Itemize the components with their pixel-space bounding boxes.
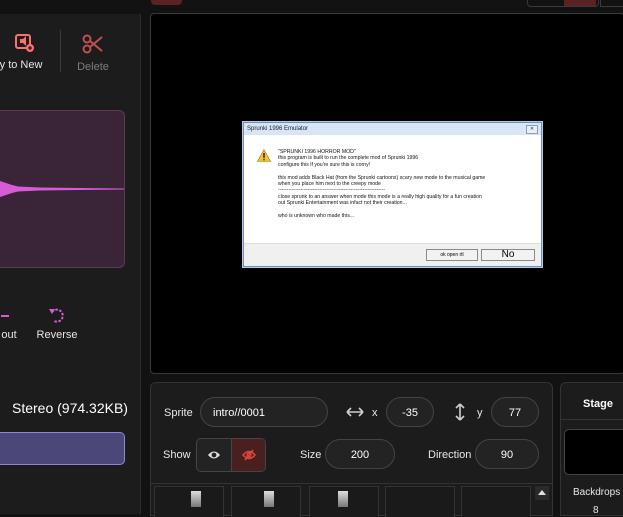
sprite-thumbnail[interactable] (461, 486, 531, 517)
dialog-ok-button[interactable]: ok open rtl (426, 249, 478, 261)
stage-selector-panel[interactable]: Stage Backdrops 8 (560, 382, 623, 516)
toolbar-divider (60, 30, 61, 72)
stage-thumbnail[interactable] (564, 429, 623, 475)
sprite-info-panel: Sprite intro//0001 x -35 y 77 Show Size … (150, 382, 553, 517)
y-label: y (477, 407, 483, 419)
sprite-thumbnail[interactable] (231, 486, 301, 517)
scroll-up-button[interactable] (535, 486, 549, 500)
sprite-thumbnail[interactable] (309, 486, 379, 517)
vertical-arrows-icon (455, 403, 465, 421)
size-input[interactable]: 200 (325, 439, 395, 469)
copy-to-new-icon (15, 34, 34, 52)
reverse-button[interactable]: Reverse (34, 306, 80, 341)
fade-out-button[interactable]: out (0, 306, 24, 341)
sprite-thumbnail[interactable] (385, 486, 455, 517)
delete-button[interactable]: Delete (72, 34, 114, 73)
scroll-up-icon (538, 490, 546, 495)
eye-slash-icon (242, 449, 256, 461)
direction-label: Direction (428, 449, 472, 461)
reverse-icon (49, 308, 64, 323)
waveform (0, 181, 124, 197)
backdrops-label: Backdrops (573, 487, 621, 498)
stage-size-toggle[interactable] (527, 0, 599, 7)
dialog-no-button[interactable]: No (481, 249, 535, 261)
show-label: Show (163, 449, 191, 461)
sound-format-info: Stereo (974.32KB) (12, 400, 128, 416)
eye-icon (208, 451, 220, 459)
show-toggle-group (196, 438, 266, 472)
reverse-label: Reverse (36, 329, 78, 341)
direction-input[interactable]: 90 (475, 439, 539, 469)
x-label: x (372, 407, 378, 419)
sound-play-bar[interactable] (0, 432, 125, 465)
backdrops-count: 8 (593, 505, 599, 516)
stage-panel-title: Stage (583, 398, 613, 410)
sprite-list (151, 483, 552, 517)
x-input[interactable]: -35 (386, 397, 434, 427)
delete-label: Delete (77, 61, 109, 73)
dialog-footer: ok open rtl No (244, 243, 541, 266)
copy-to-new-label: py to New (0, 59, 43, 71)
fade-out-icon (1, 315, 9, 317)
sprite-name-input[interactable]: intro//0001 (200, 397, 328, 427)
stage-panel-divider (561, 419, 623, 420)
top-tab-red[interactable] (151, 0, 182, 5)
size-label: Size (300, 449, 322, 461)
sprite-label: Sprite (164, 407, 193, 419)
emulator-dialog: Sprunki 1996 Emulator ✕ "SPRUNKI 1996 HO… (243, 122, 542, 267)
sprite-thumbnail[interactable] (154, 486, 224, 517)
fullscreen-toggle[interactable] (600, 0, 623, 7)
dialog-close-button[interactable]: ✕ (526, 125, 538, 134)
fade-out-label: out (1, 329, 17, 341)
warning-icon (257, 149, 271, 162)
scissors-icon (82, 34, 103, 54)
sound-editor-panel: py to New Delete out Reverse Stereo (974… (0, 14, 141, 514)
dialog-title: Sprunki 1996 Emulator (244, 123, 541, 135)
show-hidden-button[interactable] (231, 439, 265, 471)
dialog-message: "SPRUNKI 1996 HORROR MOD" this program i… (278, 149, 486, 220)
show-visible-button[interactable] (197, 439, 231, 471)
copy-to-new-button[interactable]: py to New (0, 34, 46, 71)
waveform-display[interactable] (0, 110, 125, 268)
y-input[interactable]: 77 (491, 397, 539, 427)
horizontal-arrows-icon (346, 407, 364, 417)
